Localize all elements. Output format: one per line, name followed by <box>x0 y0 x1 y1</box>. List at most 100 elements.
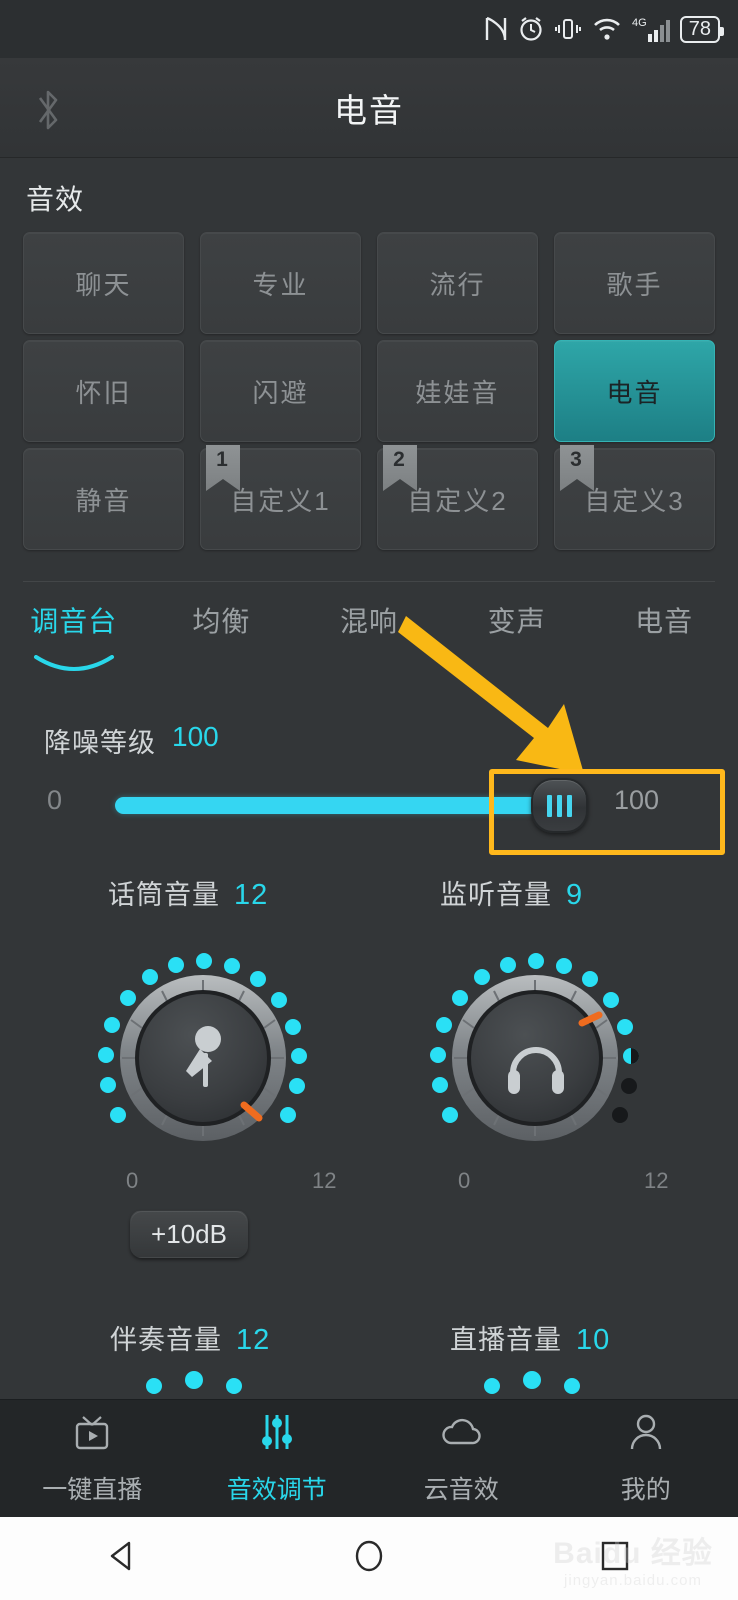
knob-label: 伴奏音量 <box>110 1325 222 1355</box>
divider <box>23 581 715 582</box>
preset-button-selected[interactable]: 电音 <box>554 340 715 442</box>
home-circle-icon[interactable] <box>349 1536 389 1581</box>
slider-max-label: 100 <box>614 785 660 815</box>
preset-label: 聊天 <box>75 269 132 300</box>
gain-boost-button[interactable]: +10dB <box>130 1210 248 1258</box>
knob-label-row: 监听音量 9 <box>440 873 583 912</box>
tab-label: 电音 <box>635 606 694 637</box>
preset-button[interactable]: 娃娃音 <box>377 340 538 442</box>
preset-button[interactable]: 怀旧 <box>23 340 184 442</box>
noise-reduction-label: 降噪等级 <box>44 728 156 758</box>
knob-value: 12 <box>236 1324 271 1356</box>
nav-item-profile[interactable]: 我的 <box>554 1400 738 1517</box>
tab-electronic[interactable]: 电音 <box>590 600 738 672</box>
preset-label: 静音 <box>75 485 132 516</box>
nfc-icon <box>484 15 508 43</box>
battery-indicator: 78 <box>679 15 725 43</box>
recents-square-icon[interactable] <box>595 1536 635 1581</box>
preset-label: 闪避 <box>252 377 309 408</box>
knob-label: 监听音量 <box>440 880 552 910</box>
bluetooth-icon[interactable] <box>30 84 66 141</box>
tab-voice-change[interactable]: 变声 <box>443 600 591 672</box>
slider-track-fill[interactable] <box>115 797 551 814</box>
noise-reduction-slider[interactable]: 0 100 <box>0 778 738 833</box>
nav-item-label: 音效调节 <box>226 1476 327 1504</box>
preset-button[interactable]: 2 自定义2 <box>377 445 538 550</box>
nav-item-label: 我的 <box>620 1476 671 1504</box>
tab-active-indicator <box>32 652 116 684</box>
app-root: 4G 78 电音 音效 聊天 专业 流行 歌手 怀旧 闪避 娃娃音 电音 静音 … <box>0 0 738 1600</box>
signal-4g-icon: 4G <box>632 14 670 44</box>
bottom-navigation: 一键直播 音效调节 云音效 我的 <box>0 1399 738 1517</box>
preset-label: 自定义3 <box>584 485 685 516</box>
preset-label: 流行 <box>429 269 486 300</box>
preset-label: 自定义1 <box>230 485 331 516</box>
tv-play-icon <box>69 1411 115 1460</box>
app-header: 电音 <box>0 58 738 158</box>
wifi-icon <box>592 16 622 42</box>
preset-badge-ribbon: 2 <box>383 445 417 491</box>
knob-value: 12 <box>234 879 269 911</box>
nav-item-cloud[interactable]: 云音效 <box>369 1400 554 1517</box>
tab-reverb[interactable]: 混响 <box>295 600 443 672</box>
knob-broadcast-label-row: 直播音量 10 <box>450 1318 610 1357</box>
nav-item-live[interactable]: 一键直播 <box>0 1400 185 1517</box>
noise-reduction-slider-thumb[interactable] <box>531 778 588 833</box>
thumb-grip-bar <box>547 794 552 817</box>
preset-button[interactable]: 歌手 <box>554 232 715 334</box>
thumb-grip-bar <box>557 794 562 817</box>
effects-section-label: 音效 <box>26 184 85 215</box>
knob-label-row: 话筒音量 12 <box>108 873 268 912</box>
tab-bar: 调音台 均衡 混响 变声 电音 <box>0 600 738 672</box>
nav-item-label: 云音效 <box>423 1476 499 1504</box>
preset-button[interactable]: 专业 <box>200 232 361 334</box>
preset-button[interactable]: 闪避 <box>200 340 361 442</box>
preset-label: 娃娃音 <box>415 377 500 408</box>
tab-label: 混响 <box>339 606 398 637</box>
preset-button[interactable]: 1 自定义1 <box>200 445 361 550</box>
knob-value: 10 <box>576 1324 611 1356</box>
noise-reduction-value: 100 <box>172 721 219 752</box>
preset-button[interactable]: 流行 <box>377 232 538 334</box>
thumb-grip-bar <box>567 794 572 817</box>
alarm-icon <box>518 15 544 43</box>
knob-scale-min: 0 <box>458 1168 471 1193</box>
knob-label: 话筒音量 <box>108 880 220 910</box>
preset-button[interactable]: 静音 <box>23 448 184 550</box>
nav-item-label: 一键直播 <box>42 1476 143 1504</box>
vibrate-icon <box>554 15 582 43</box>
svg-text:4G: 4G <box>632 17 647 29</box>
knob-scale-max: 12 <box>312 1168 337 1193</box>
knob-label: 直播音量 <box>450 1325 562 1355</box>
preset-badge-ribbon: 1 <box>206 445 240 491</box>
preset-label: 自定义2 <box>407 485 508 516</box>
tab-label: 均衡 <box>192 606 251 637</box>
preset-label: 怀旧 <box>75 377 132 408</box>
knob-value: 9 <box>566 879 584 911</box>
knob-dot-arc <box>484 1371 580 1394</box>
knob-dot-arc <box>146 1371 242 1394</box>
preset-button[interactable]: 聊天 <box>23 232 184 334</box>
knob-scale-min: 0 <box>126 1168 139 1193</box>
preset-label: 电音 <box>606 377 663 408</box>
slider-min-label: 0 <box>47 785 63 815</box>
preset-label: 歌手 <box>606 269 663 300</box>
system-navigation-bar <box>0 1517 738 1600</box>
page-title: 电音 <box>334 91 404 129</box>
tab-label: 变声 <box>487 606 546 637</box>
tab-equalizer[interactable]: 均衡 <box>148 600 296 672</box>
nav-item-effects[interactable]: 音效调节 <box>185 1400 370 1517</box>
equalizer-icon <box>254 1411 300 1460</box>
knob-dial[interactable] <box>372 925 672 1175</box>
cloud-icon <box>438 1411 484 1460</box>
person-icon <box>623 1411 669 1460</box>
knob-dial[interactable] <box>29 925 340 1344</box>
preset-button[interactable]: 3 自定义3 <box>554 445 715 550</box>
knob-accompaniment-label-row: 伴奏音量 12 <box>110 1318 270 1357</box>
tab-mixer[interactable]: 调音台 <box>0 600 148 672</box>
status-bar: 4G 78 <box>0 0 738 58</box>
effects-preset-grid: 聊天 专业 流行 歌手 怀旧 闪避 娃娃音 电音 静音 1 自定义1 2 自定义… <box>23 232 715 550</box>
knob-scale-max: 12 <box>644 1168 669 1193</box>
back-triangle-icon[interactable] <box>103 1536 143 1581</box>
preset-label: 专业 <box>252 269 309 300</box>
